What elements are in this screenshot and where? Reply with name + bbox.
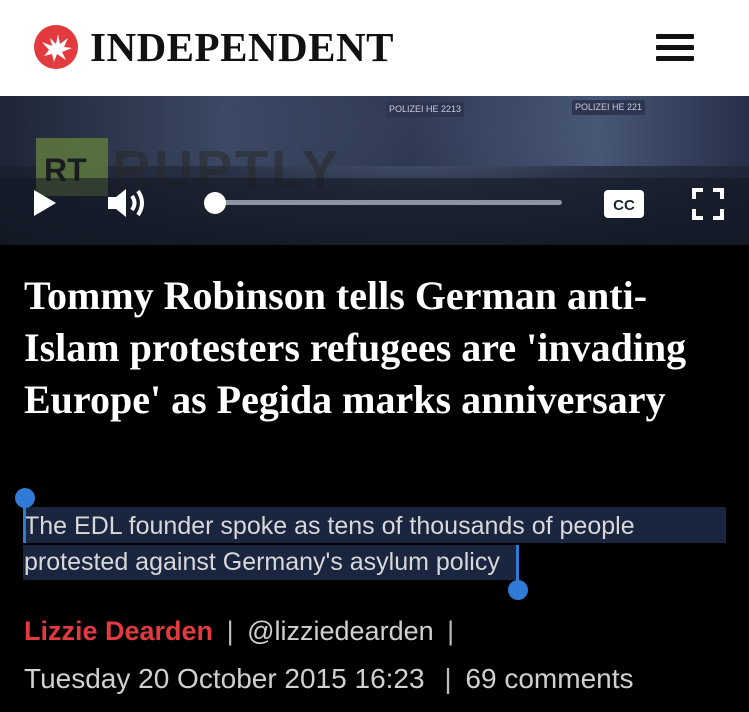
author-link[interactable]: Lizzie Dearden xyxy=(24,616,213,646)
video-player[interactable]: POLIZEI HE 2213 POLIZEI HE 221 RT RUPTLY… xyxy=(0,96,749,245)
play-icon[interactable] xyxy=(32,188,58,218)
selection-start-caret xyxy=(23,500,26,543)
selection-end-caret xyxy=(516,545,519,583)
hamburger-menu-icon[interactable] xyxy=(656,34,696,62)
article-headline: Tommy Robinson tells German anti-Islam p… xyxy=(24,273,687,422)
svg-text:CC: CC xyxy=(613,197,635,214)
site-header: INDEPENDENT xyxy=(0,0,749,96)
captions-icon[interactable]: CC xyxy=(604,190,644,218)
byline-separator: | xyxy=(226,616,234,646)
publish-date: Tuesday 20 October 2015 16:23 xyxy=(24,663,425,694)
eagle-icon[interactable] xyxy=(32,24,80,70)
police-badge: POLIZEI HE 221 xyxy=(572,100,646,115)
fullscreen-icon[interactable] xyxy=(692,188,724,220)
byline-separator: | xyxy=(447,616,455,646)
video-progress-bar[interactable] xyxy=(214,200,562,205)
police-badge: POLIZEI HE 2213 xyxy=(386,102,465,117)
site-logo[interactable]: INDEPENDENT xyxy=(90,22,394,72)
byline: Lizzie Dearden | @lizziedearden | xyxy=(24,612,460,650)
video-progress-handle[interactable] xyxy=(204,192,226,214)
volume-icon[interactable] xyxy=(106,186,150,220)
dateline-separator: | xyxy=(444,663,452,694)
dateline: Tuesday 20 October 2015 16:23 | 69 comme… xyxy=(24,660,634,698)
comments-link[interactable]: 69 comments xyxy=(465,663,633,694)
article-standfirst[interactable]: The EDL founder spoke as tens of thousan… xyxy=(24,508,714,580)
author-handle-link[interactable]: @lizziedearden xyxy=(247,616,434,646)
selection-end-handle[interactable] xyxy=(508,580,528,600)
